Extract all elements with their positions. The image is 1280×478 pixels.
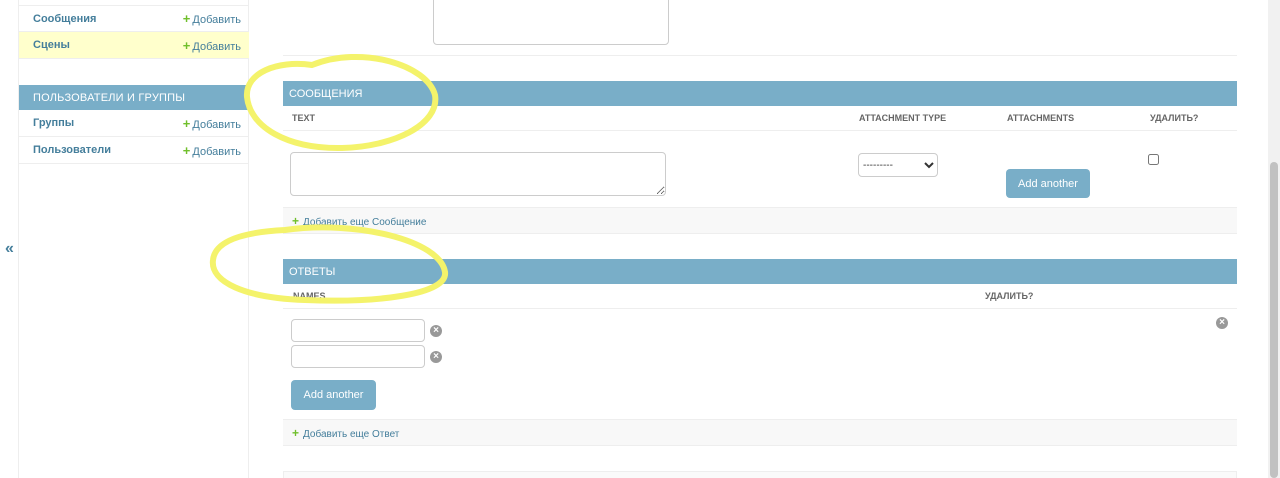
plus-icon: +	[182, 37, 191, 53]
add-link-label: Добавить	[192, 145, 241, 158]
collapse-sidebar-toggle[interactable]: «	[5, 240, 14, 258]
sidebar-edge: «	[0, 0, 19, 478]
table-header: TEXT ATTACHMENT TYPE ATTACHMENTS УДАЛИТЬ…	[283, 106, 1237, 131]
add-link-label: Добавить	[192, 40, 241, 53]
add-answer-link[interactable]: + Добавить еще Ответ	[292, 426, 399, 440]
plus-icon: +	[292, 425, 300, 440]
next-fieldset	[283, 471, 1237, 478]
sidebar-item-groups[interactable]: Группы + Добавить	[19, 110, 249, 137]
add-link[interactable]: + Добавить	[183, 38, 241, 53]
form-row-top	[283, 0, 1237, 56]
add-answer-label: Добавить еще Ответ	[303, 428, 400, 440]
add-message-label: Добавить еще Сообщение	[303, 216, 427, 228]
inline-title: ОТВЕТЫ	[283, 259, 1237, 284]
sidebar-item-messages[interactable]: Сообщения + Добавить	[19, 5, 249, 32]
sidebar-item-label[interactable]: Пользователи	[33, 144, 111, 156]
plus-icon: +	[182, 11, 191, 26]
attachment-type-select[interactable]: ---------	[858, 153, 938, 177]
add-link-label: Добавить	[192, 14, 241, 26]
column-header-attachment-type: ATTACHMENT TYPE	[859, 113, 947, 123]
column-header-delete: УДАЛИТЬ?	[985, 291, 1034, 301]
app-models-list: Сообщения + Добавить Сцены + Добавить	[19, 5, 249, 59]
column-header-attachments: ATTACHMENTS	[1007, 113, 1075, 123]
inline-title: СООБЩЕНИЯ	[283, 81, 1237, 106]
delete-row-icon[interactable]: ×	[1216, 317, 1228, 329]
plus-icon: +	[182, 115, 191, 131]
column-header-delete: УДАЛИТЬ?	[1150, 113, 1199, 123]
plus-icon: +	[182, 142, 191, 158]
name-input-1[interactable]	[291, 319, 425, 342]
plus-icon: +	[292, 213, 300, 228]
section-caption[interactable]: Пользователи и группы	[19, 85, 249, 110]
column-header-text: TEXT	[292, 113, 316, 123]
add-name-button[interactable]: Add another	[291, 380, 376, 410]
sidebar: Сообщения + Добавить Сцены + Добавить Поль…	[19, 0, 249, 478]
scrollbar[interactable]	[1268, 0, 1280, 478]
sidebar-item-label[interactable]: Сообщения	[33, 13, 96, 25]
name-input-2[interactable]	[291, 345, 425, 368]
table-row: × × Add another ×	[283, 309, 1237, 419]
table-row: --------- Add another	[283, 131, 1237, 207]
add-answer-row: + Добавить еще Ответ	[283, 419, 1237, 446]
sidebar-item-users[interactable]: Пользователи + Добавить	[19, 137, 249, 164]
add-link[interactable]: + Добавить	[183, 116, 241, 131]
remove-name-icon[interactable]: ×	[430, 351, 442, 363]
main-content: СООБЩЕНИЯ TEXT ATTACHMENT TYPE ATTACHMEN…	[249, 0, 1268, 478]
auth-models-list: Пользователи и группы Группы + Добавить П…	[19, 85, 249, 164]
add-link-label: Добавить	[192, 118, 241, 131]
message-text-field[interactable]	[290, 152, 666, 196]
column-header-names: NAMES	[293, 291, 326, 301]
delete-checkbox[interactable]	[1148, 154, 1159, 165]
sidebar-item-scenes[interactable]: Сцены + Добавить	[19, 32, 249, 59]
sidebar-item-label[interactable]: Группы	[33, 117, 74, 129]
add-message-link[interactable]: + Добавить еще Сообщение	[292, 214, 426, 228]
messages-inline-group: СООБЩЕНИЯ TEXT ATTACHMENT TYPE ATTACHMEN…	[283, 81, 1237, 234]
add-link[interactable]: + Добавить	[183, 11, 241, 26]
add-attachment-button[interactable]: Add another	[1006, 169, 1090, 198]
add-link[interactable]: + Добавить	[183, 143, 241, 158]
add-message-row: + Добавить еще Сообщение	[283, 207, 1237, 234]
remove-name-icon[interactable]: ×	[430, 325, 442, 337]
top-textarea[interactable]	[433, 0, 669, 45]
answers-inline-group: ОТВЕТЫ NAMES УДАЛИТЬ? × × Add another × …	[283, 259, 1237, 446]
table-header: NAMES УДАЛИТЬ?	[283, 284, 1237, 309]
sidebar-item-label[interactable]: Сцены	[33, 39, 70, 51]
scrollbar-thumb[interactable]	[1270, 162, 1278, 478]
